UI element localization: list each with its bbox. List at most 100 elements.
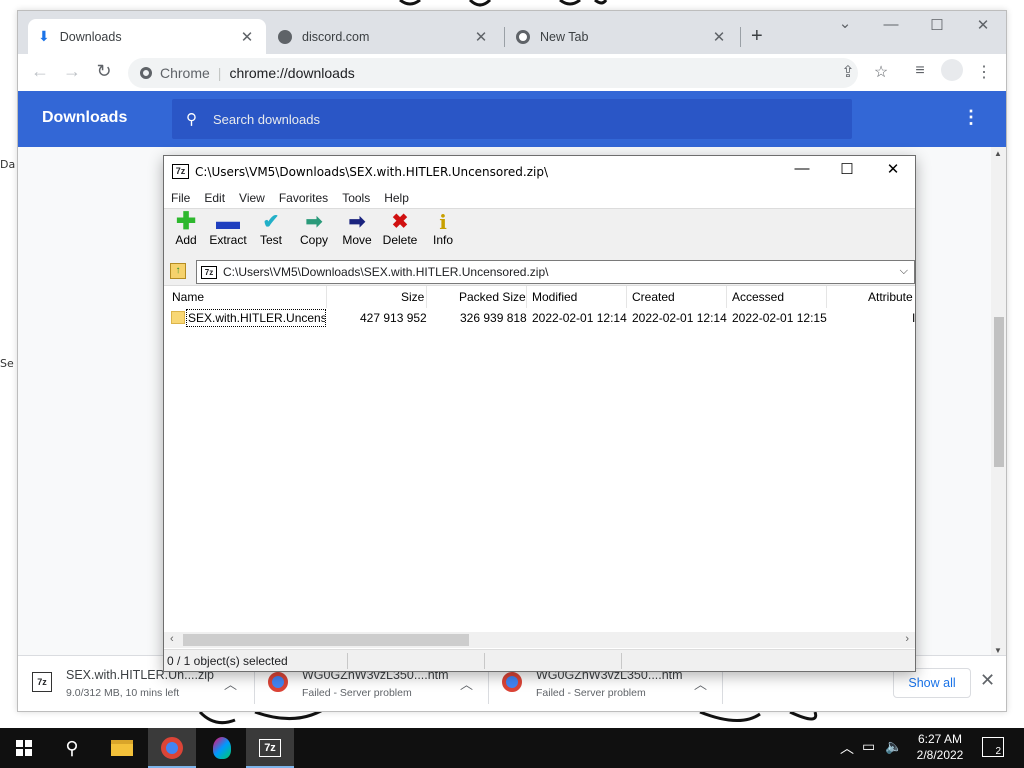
menu-tools[interactable]: Tools (335, 191, 377, 205)
column-attributes[interactable]: Attribute (868, 290, 913, 304)
address-bar[interactable]: Chrome | chrome://downloads (128, 58, 858, 88)
extract-button[interactable]: ▬ Extract (206, 210, 250, 248)
column-divider[interactable] (426, 286, 427, 308)
plus-icon: ✚ (175, 208, 197, 235)
row-name[interactable]: SEX.with.HITLER.Uncens... (186, 309, 326, 327)
row-accessed: 2022-02-01 12:15 (732, 311, 827, 325)
chevron-up-icon[interactable]: ︿ (460, 674, 473, 693)
menu-favorites[interactable]: Favorites (272, 191, 335, 205)
delete-button[interactable]: ✖ Delete (378, 211, 422, 247)
scroll-thumb[interactable] (994, 317, 1004, 467)
volume-muted-icon[interactable]: 🔈 (885, 738, 902, 755)
reading-list-icon[interactable]: ≡ (908, 62, 932, 80)
table-row[interactable]: SEX.with.HITLER.Uncens... 427 913 952 32… (164, 308, 915, 328)
7zip-window: 7z C:\Users\VM5\Downloads\SEX.with.HITLE… (163, 155, 916, 672)
maximize-icon[interactable]: ☐ (914, 16, 960, 34)
window-title: C:\Users\VM5\Downloads\SEX.with.HITLER.U… (195, 164, 549, 179)
scroll-right-icon[interactable]: › (905, 633, 909, 645)
scroll-up-icon[interactable]: ▲ (994, 149, 1002, 158)
divider (621, 653, 622, 669)
column-divider[interactable] (726, 286, 727, 308)
minimize-icon[interactable]: — (779, 160, 825, 177)
scroll-down-icon[interactable]: ▼ (994, 646, 1002, 655)
copy-button[interactable]: ➡ Copy (292, 211, 336, 247)
column-packed-size[interactable]: Packed Size (459, 290, 526, 304)
7zip-taskbar-icon[interactable]: 7z (246, 728, 294, 768)
close-tab-icon[interactable]: ✕ (238, 28, 256, 46)
show-hidden-icons-icon[interactable]: ︿ (840, 738, 854, 758)
clock-date: 2/8/2022 (916, 748, 964, 762)
add-button[interactable]: ✚ Add (164, 208, 208, 248)
desktop-icon-label[interactable]: Da (0, 158, 15, 171)
column-size[interactable]: Size (401, 290, 424, 304)
bookmark-star-icon[interactable]: ☆ (869, 62, 893, 82)
menu-help[interactable]: Help (377, 191, 416, 205)
profile-avatar-icon[interactable] (941, 59, 963, 81)
tab-search-chevron-icon[interactable]: ⌄ (822, 14, 868, 32)
column-divider[interactable] (526, 286, 527, 308)
menu-edit[interactable]: Edit (197, 191, 232, 205)
check-icon: ✔ (262, 211, 280, 233)
menu-view[interactable]: View (232, 191, 272, 205)
column-divider[interactable] (626, 286, 627, 308)
column-accessed[interactable]: Accessed (732, 290, 784, 304)
maximize-icon[interactable]: ☐ (824, 160, 870, 178)
new-tab-plus-icon[interactable]: + (751, 25, 763, 48)
column-name[interactable]: Name (172, 290, 204, 304)
tab-new-tab[interactable]: New Tab ✕ (506, 19, 738, 54)
column-created[interactable]: Created (632, 290, 675, 304)
share-icon[interactable]: ⇪ (836, 62, 860, 82)
kebab-menu-icon[interactable]: ⋮ (972, 62, 996, 82)
search-icon[interactable]: ⚲ (48, 728, 96, 768)
close-window-icon[interactable]: ✕ (960, 16, 1006, 34)
column-divider[interactable] (326, 286, 327, 308)
chrome-taskbar-icon[interactable] (148, 728, 196, 768)
7zip-titlebar[interactable]: 7z C:\Users\VM5\Downloads\SEX.with.HITLE… (164, 156, 915, 187)
forward-arrow-icon[interactable]: → (60, 61, 84, 82)
test-button[interactable]: ✔ Test (249, 211, 293, 247)
downloads-more-icon[interactable]: ⋮ (962, 107, 980, 128)
list-header: Name Size Packed Size Modified Created A… (164, 286, 915, 308)
shelf-item-status: 9.0/312 MB, 10 mins left (66, 687, 180, 699)
reload-icon[interactable]: ↻ (92, 61, 116, 82)
horizontal-scrollbar[interactable]: ‹ › (164, 632, 915, 648)
minimize-icon[interactable]: — (868, 16, 914, 33)
info-button[interactable]: i Info (421, 211, 465, 247)
tab-discord[interactable]: discord.com ✕ (268, 19, 500, 54)
scroll-left-icon[interactable]: ‹ (170, 633, 174, 645)
close-shelf-icon[interactable]: ✕ (980, 670, 995, 691)
7zip-logo-icon: 7z (172, 164, 189, 179)
shelf-item-status: Failed - Server problem (302, 687, 412, 699)
move-button[interactable]: ➡ Move (335, 211, 379, 247)
chevron-up-icon[interactable]: ︿ (694, 674, 707, 693)
scroll-thumb[interactable] (183, 634, 469, 646)
network-icon[interactable]: ▭ (862, 738, 875, 755)
row-packed: 326 939 818 (460, 311, 527, 325)
close-window-icon[interactable]: ✕ (870, 160, 916, 178)
page-scrollbar[interactable]: ▲ ▼ (991, 147, 1006, 655)
back-arrow-icon[interactable]: ← (28, 61, 52, 82)
start-button[interactable] (0, 728, 48, 768)
tab-title: New Tab (540, 29, 589, 44)
folder-up-icon[interactable]: ↑ (170, 263, 186, 279)
search-downloads-input[interactable]: ⚲ Search downloads (172, 99, 852, 139)
chrome-icon (140, 67, 152, 79)
menu-file[interactable]: File (164, 191, 197, 205)
tab-downloads[interactable]: ⬇ Downloads ✕ (28, 19, 266, 54)
file-explorer-icon[interactable] (98, 728, 146, 768)
x-icon: ✖ (391, 211, 409, 233)
column-modified[interactable]: Modified (532, 290, 577, 304)
chevron-up-icon[interactable]: ︿ (224, 674, 237, 693)
close-tab-icon[interactable]: ✕ (472, 28, 490, 46)
paint-taskbar-icon[interactable] (198, 728, 246, 768)
path-combobox[interactable]: 7z C:\Users\VM5\Downloads\SEX.with.HITLE… (196, 260, 915, 284)
taskbar-clock[interactable]: 6:27 AM 2/8/2022 (904, 731, 976, 763)
show-all-button[interactable]: Show all (893, 668, 971, 698)
action-center-icon[interactable]: 2 (982, 737, 1004, 757)
close-tab-icon[interactable]: ✕ (710, 28, 728, 46)
chevron-down-icon[interactable]: ⌵ (900, 265, 908, 278)
desktop-icon-label[interactable]: Se (0, 357, 14, 370)
column-divider[interactable] (826, 286, 827, 308)
chrome-icon (161, 737, 183, 759)
search-placeholder: Search downloads (213, 111, 320, 127)
